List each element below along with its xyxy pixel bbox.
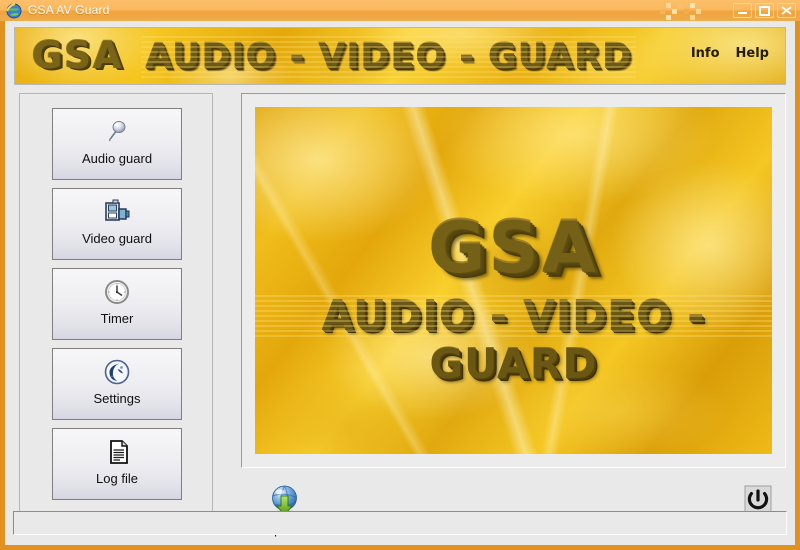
close-window-button[interactable] <box>777 3 796 18</box>
microphone-icon <box>53 117 181 147</box>
banner-links: Info Help <box>691 46 769 61</box>
splash-logo-main: GSA <box>427 207 600 289</box>
sidebar-item-label: Log file <box>96 471 138 486</box>
title-bar: GSA AV Guard <box>0 0 800 21</box>
clock-icon <box>53 277 181 307</box>
sidebar-item-settings[interactable]: Settings <box>52 348 182 420</box>
header-banner: GSA AUDIO - VIDEO - GUARD Info Help <box>14 27 786 85</box>
banner-logo-main: GSA <box>32 34 124 77</box>
window-title: GSA AV Guard <box>28 3 110 17</box>
splash-image: GSA AUDIO - VIDEO - GUARD <box>255 107 772 454</box>
globe-shield-icon <box>6 3 22 19</box>
document-icon <box>53 437 181 467</box>
help-link[interactable]: Help <box>736 46 769 61</box>
sidebar-item-label: Settings <box>93 391 141 406</box>
sidebar-panel: Audio guard Video guard Timer Settings L… <box>19 93 213 523</box>
sidebar-item-label: Video guard <box>82 231 152 246</box>
minimize-button[interactable] <box>733 3 752 18</box>
camcorder-icon <box>53 197 181 227</box>
sidebar-item-timer[interactable]: Timer <box>52 268 182 340</box>
client-area: GSA AUDIO - VIDEO - GUARD Info Help Audi… <box>5 21 795 545</box>
info-link[interactable]: Info <box>691 46 720 61</box>
sidebar-item-log-file[interactable]: Log file <box>52 428 182 500</box>
sidebar-item-audio-guard[interactable]: Audio guard <box>52 108 182 180</box>
image-viewer-panel: GSA AUDIO - VIDEO - GUARD <box>241 93 786 468</box>
application-window: GSA AV Guard GSA AUDIO - VIDEO - GUARD I… <box>0 0 800 550</box>
splash-logo-sub: AUDIO - VIDEO - GUARD <box>255 292 772 388</box>
status-bar <box>13 511 787 535</box>
banner-logo-sub: AUDIO - VIDEO - GUARD <box>140 36 637 78</box>
maximize-button[interactable] <box>755 3 774 18</box>
sidebar-item-video-guard[interactable]: Video guard <box>52 188 182 260</box>
settings-tool-icon <box>53 357 181 387</box>
sidebar-item-label: Timer <box>100 311 134 326</box>
sidebar-item-label: Audio guard <box>81 151 153 166</box>
titlebar-checker-decoration <box>660 2 708 20</box>
